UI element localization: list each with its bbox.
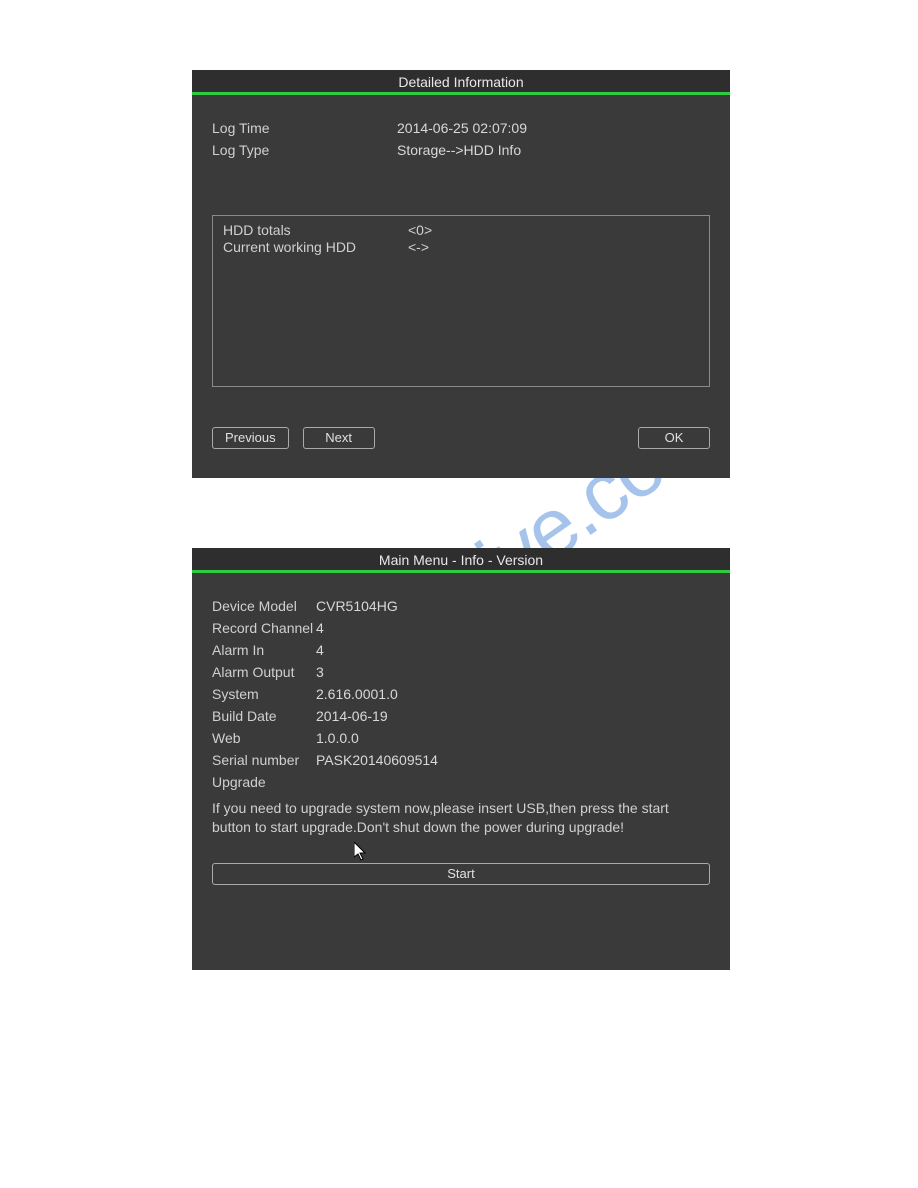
- system-value: 2.616.0001.0: [316, 683, 398, 705]
- web-label: Web: [212, 727, 316, 749]
- current-hdd-label: Current working HDD: [223, 239, 408, 256]
- serial-value: PASK20140609514: [316, 749, 438, 771]
- next-button[interactable]: Next: [303, 427, 375, 449]
- log-time-label: Log Time: [212, 117, 397, 139]
- log-detail-box: HDD totals <0> Current working HDD <->: [212, 215, 710, 387]
- log-time-value: 2014-06-25 02:07:09: [397, 117, 527, 139]
- alarm-output-label: Alarm Output: [212, 661, 316, 683]
- alarm-output-value: 3: [316, 661, 324, 683]
- version-info-dialog: Main Menu - Info - Version Device ModelC…: [192, 548, 730, 970]
- web-value: 1.0.0.0: [316, 727, 359, 749]
- current-hdd-value: <->: [408, 239, 429, 256]
- record-channel-label: Record Channel: [212, 617, 316, 639]
- hdd-totals-value: <0>: [408, 222, 432, 239]
- dialog-title: Main Menu - Info - Version: [192, 548, 730, 573]
- upgrade-label: Upgrade: [212, 771, 316, 793]
- log-type-label: Log Type: [212, 139, 397, 161]
- system-label: System: [212, 683, 316, 705]
- detailed-information-dialog: Detailed Information Log Time 2014-06-25…: [192, 70, 730, 478]
- device-model-label: Device Model: [212, 595, 316, 617]
- device-model-value: CVR5104HG: [316, 595, 398, 617]
- upgrade-note: If you need to upgrade system now,please…: [212, 799, 710, 837]
- start-button[interactable]: Start: [212, 863, 710, 885]
- hdd-totals-label: HDD totals: [223, 222, 408, 239]
- build-date-value: 2014-06-19: [316, 705, 388, 727]
- dialog-title: Detailed Information: [192, 70, 730, 95]
- serial-label: Serial number: [212, 749, 316, 771]
- previous-button[interactable]: Previous: [212, 427, 289, 449]
- log-type-value: Storage-->HDD Info: [397, 139, 521, 161]
- record-channel-value: 4: [316, 617, 324, 639]
- alarm-in-label: Alarm In: [212, 639, 316, 661]
- alarm-in-value: 4: [316, 639, 324, 661]
- ok-button[interactable]: OK: [638, 427, 710, 449]
- build-date-label: Build Date: [212, 705, 316, 727]
